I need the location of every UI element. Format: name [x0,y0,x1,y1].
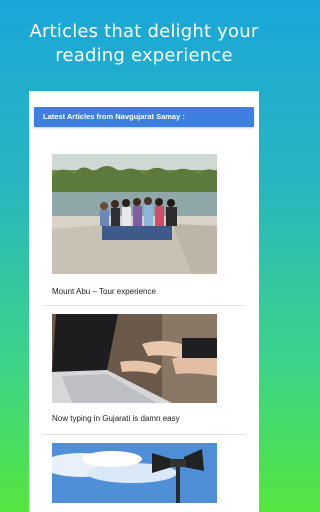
app-screen: Latest Articles from Navgujarat Samay : [29,91,259,512]
article-divider [43,305,245,306]
article-card[interactable]: Now typing in Gujarati is damn easy [43,314,245,444]
article-title[interactable]: Now typing in Gujarati is damn easy [52,413,180,425]
group-photo-image [52,154,217,274]
promo-headline-line2: reading experience [55,45,233,66]
article-image-typing[interactable] [52,314,217,403]
article-divider [43,434,245,435]
article-image-loudspeaker[interactable] [52,443,217,503]
article-card[interactable]: Mount Abu – Tour experience [43,154,245,306]
loudspeaker-image [52,443,217,503]
article-title[interactable]: Mount Abu – Tour experience [52,286,156,298]
section-header: Latest Articles from Navgujarat Samay : [34,107,254,127]
promo-headline: Articles that delight your reading exper… [0,20,288,68]
typing-laptop-image [52,314,217,403]
article-card[interactable] [43,443,245,512]
article-image-group-by-lake[interactable] [52,154,217,274]
promo-headline-line1: Articles that delight your [29,21,259,42]
